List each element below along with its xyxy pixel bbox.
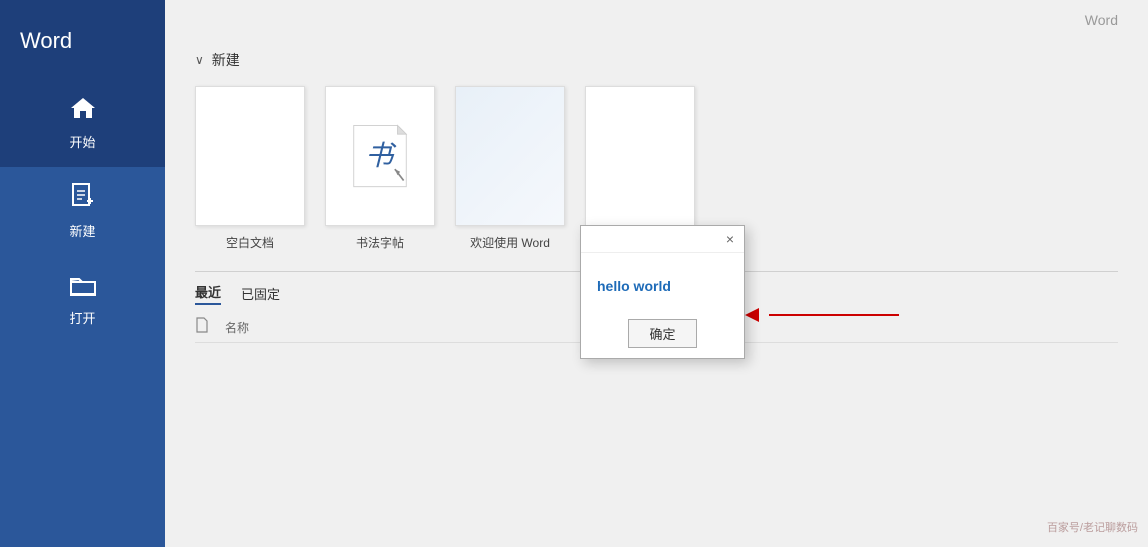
tab-pinned[interactable]: 已固定 [241,284,280,305]
watermark-text: 百家号/老记聊数码 [1047,519,1138,535]
dialog-footer: 确定 [581,313,744,358]
section-title: 新建 [212,50,240,70]
template-name-welcome: 欢迎使用 Word [470,234,550,251]
template-card-welcome[interactable]: 欢迎使用 Word [455,86,565,251]
sidebar-item-home[interactable]: 开始 [0,78,165,167]
hello-world-dialog: × hello world 确定 [580,225,745,359]
template-card-blank[interactable]: 空白文档 [195,86,305,251]
new-section-header: ∨ 新建 [195,50,1118,70]
dialog-close-button[interactable]: × [722,230,738,248]
main-content: Word ∨ 新建 空白文档 [165,0,1148,547]
sidebar-item-new[interactable]: 新建 [0,167,165,256]
dialog-titlebar: × [581,226,744,253]
topbar: Word [165,0,1148,40]
topbar-app-name: Word [1085,12,1118,28]
open-icon [69,272,97,302]
template-thumbnail-single-space [585,86,695,226]
new-icon [70,183,96,215]
sidebar-navigation: 开始 新建 [0,78,165,343]
sidebar-item-open-label: 打开 [69,308,95,327]
sidebar: Word 开始 新建 [0,0,165,547]
sidebar-item-home-label: 开始 [69,132,95,151]
sidebar-item-new-label: 新建 [69,221,95,240]
template-thumbnail-welcome [455,86,565,226]
svg-text:书: 书 [365,141,397,172]
template-name-calligraphy: 书法字帖 [356,234,404,251]
template-name-blank: 空白文档 [226,234,274,251]
dialog-message: hello world [597,278,671,294]
template-card-calligraphy[interactable]: 书 书法字帖 [325,86,435,251]
section-collapse-arrow[interactable]: ∨ [195,53,204,67]
template-thumbnail-blank [195,86,305,226]
dialog-body: hello world [581,253,744,313]
home-icon [69,94,97,126]
dialog-confirm-button[interactable]: 确定 [628,319,696,348]
file-icon-col-header [195,317,225,338]
tab-recent[interactable]: 最近 [195,282,221,305]
sidebar-item-open[interactable]: 打开 [0,256,165,343]
template-thumbnail-calligraphy: 书 [325,86,435,226]
sidebar-title: Word [0,0,165,78]
content-area: ∨ 新建 空白文档 书 [165,40,1148,547]
